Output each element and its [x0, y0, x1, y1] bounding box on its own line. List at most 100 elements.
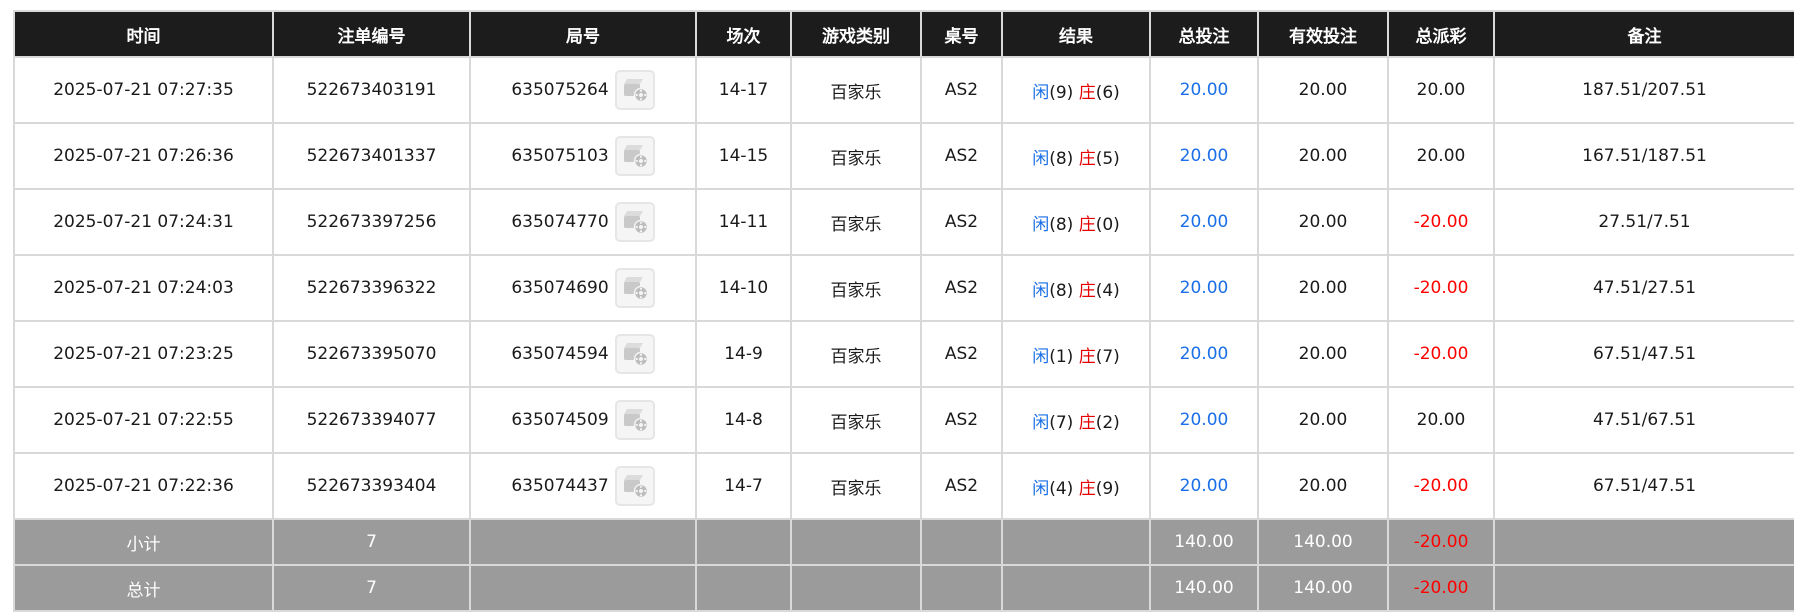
- result-player-points: (4): [1049, 478, 1074, 499]
- cell-valid-bet: 20.00: [1257, 56, 1389, 124]
- result-banker-label: 庄: [1078, 412, 1096, 433]
- cell-time: 2025-07-21 07:22:55: [13, 386, 274, 454]
- cell-total-bet[interactable]: 20.00: [1149, 254, 1259, 322]
- result-player-label: 闲: [1032, 478, 1050, 499]
- cell-total-bet[interactable]: 20.00: [1149, 122, 1259, 190]
- cell-note: 167.51/187.51: [1493, 122, 1794, 190]
- cell-game: 百家乐: [790, 254, 922, 322]
- col-header-game: 游戏类别: [790, 10, 922, 58]
- result-banker-points: (6): [1095, 82, 1120, 103]
- cell-note: 67.51/47.51: [1493, 452, 1794, 520]
- cell-result: 闲(7) 庄(2): [1001, 386, 1151, 454]
- video-replay-icon: [623, 475, 648, 499]
- table-row: 2025-07-21 07:22:55 522673394077 6350745…: [13, 386, 1794, 454]
- cell-time: 2025-07-21 07:24:03: [13, 254, 274, 322]
- video-replay-button[interactable]: [614, 334, 655, 374]
- result-banker-points: (2): [1095, 412, 1120, 433]
- cell-game: 百家乐: [790, 386, 922, 454]
- table-row: 2025-07-21 07:24:03 522673396322 6350746…: [13, 254, 1794, 322]
- col-header-time: 时间: [13, 10, 274, 58]
- result-banker-points: (4): [1095, 280, 1120, 301]
- video-replay-icon: [623, 277, 648, 301]
- video-replay-button[interactable]: [614, 400, 655, 440]
- cell-time: 2025-07-21 07:23:25: [13, 320, 274, 388]
- result-player-label: 闲: [1032, 280, 1050, 301]
- result-player-points: (1): [1049, 346, 1074, 367]
- subtotal-label: 小计: [13, 518, 274, 566]
- cell-bet-no: 522673396322: [272, 254, 471, 322]
- video-replay-button[interactable]: [614, 202, 655, 242]
- result-banker-label: 庄: [1078, 280, 1096, 301]
- cell-round: 635074594: [469, 320, 697, 388]
- video-replay-icon: [623, 79, 648, 103]
- round-number: 635074690: [511, 278, 609, 298]
- cell-bet-no: 522673397256: [272, 188, 471, 256]
- result-player-points: (8): [1049, 214, 1074, 235]
- cell-game: 百家乐: [790, 452, 922, 520]
- cell-time: 2025-07-21 07:24:31: [13, 188, 274, 256]
- cell-payout: -20.00: [1387, 320, 1495, 388]
- cell-valid-bet: 20.00: [1257, 386, 1389, 454]
- cell-result: 闲(8) 庄(5): [1001, 122, 1151, 190]
- col-header-result: 结果: [1001, 10, 1151, 58]
- col-header-note: 备注: [1493, 10, 1794, 58]
- cell-bet-no: 522673403191: [272, 56, 471, 124]
- cell-total-bet[interactable]: 20.00: [1149, 452, 1259, 520]
- bet-records-table: 时间 注单编号 局号 场次 游戏类别 桌号 结果 总投注 有效投注 总派彩 备注…: [13, 10, 1794, 612]
- cell-session: 14-10: [695, 254, 792, 322]
- cell-session: 14-17: [695, 56, 792, 124]
- cell-total-bet[interactable]: 20.00: [1149, 56, 1259, 124]
- result-player-points: (7): [1049, 412, 1074, 433]
- cell-result: 闲(4) 庄(9): [1001, 452, 1151, 520]
- video-replay-button[interactable]: [614, 136, 655, 176]
- video-replay-button[interactable]: [614, 268, 655, 308]
- cell-session: 14-11: [695, 188, 792, 256]
- video-replay-button[interactable]: [614, 70, 655, 110]
- cell-total-bet[interactable]: 20.00: [1149, 188, 1259, 256]
- round-number: 635075103: [511, 146, 609, 166]
- cell-game: 百家乐: [790, 188, 922, 256]
- result-player-label: 闲: [1032, 412, 1050, 433]
- cell-time: 2025-07-21 07:26:36: [13, 122, 274, 190]
- round-number: 635074594: [511, 344, 609, 364]
- cell-payout: 20.00: [1387, 122, 1495, 190]
- grandtotal-payout: -20.00: [1387, 564, 1495, 612]
- result-banker-label: 庄: [1078, 346, 1096, 367]
- subtotal-payout: -20.00: [1387, 518, 1495, 566]
- cell-round: 635074770: [469, 188, 697, 256]
- result-banker-points: (5): [1095, 148, 1120, 169]
- round-number: 635075264: [511, 80, 609, 100]
- cell-payout: -20.00: [1387, 188, 1495, 256]
- video-replay-icon: [623, 343, 648, 367]
- cell-note: 67.51/47.51: [1493, 320, 1794, 388]
- cell-session: 14-8: [695, 386, 792, 454]
- video-replay-icon: [623, 145, 648, 169]
- result-player-label: 闲: [1032, 82, 1050, 103]
- cell-bet-no: 522673393404: [272, 452, 471, 520]
- grandtotal-count: 7: [272, 564, 471, 612]
- result-player-points: (9): [1049, 82, 1074, 103]
- cell-payout: 20.00: [1387, 56, 1495, 124]
- cell-time: 2025-07-21 07:27:35: [13, 56, 274, 124]
- cell-result: 闲(8) 庄(0): [1001, 188, 1151, 256]
- cell-total-bet[interactable]: 20.00: [1149, 320, 1259, 388]
- video-replay-button[interactable]: [614, 466, 655, 506]
- cell-table: AS2: [920, 122, 1003, 190]
- result-player-points: (8): [1049, 148, 1074, 169]
- cell-note: 187.51/207.51: [1493, 56, 1794, 124]
- cell-payout: -20.00: [1387, 254, 1495, 322]
- cell-bet-no: 522673401337: [272, 122, 471, 190]
- grandtotal-total-bet: 140.00: [1149, 564, 1259, 612]
- cell-valid-bet: 20.00: [1257, 320, 1389, 388]
- cell-note: 27.51/7.51: [1493, 188, 1794, 256]
- cell-table: AS2: [920, 254, 1003, 322]
- cell-bet-no: 522673394077: [272, 386, 471, 454]
- result-banker-points: (7): [1095, 346, 1120, 367]
- cell-total-bet[interactable]: 20.00: [1149, 386, 1259, 454]
- result-banker-points: (9): [1095, 478, 1120, 499]
- table-row: 2025-07-21 07:22:36 522673393404 6350744…: [13, 452, 1794, 520]
- grandtotal-label: 总计: [13, 564, 274, 612]
- video-replay-icon: [623, 409, 648, 433]
- cell-note: 47.51/67.51: [1493, 386, 1794, 454]
- cell-session: 14-9: [695, 320, 792, 388]
